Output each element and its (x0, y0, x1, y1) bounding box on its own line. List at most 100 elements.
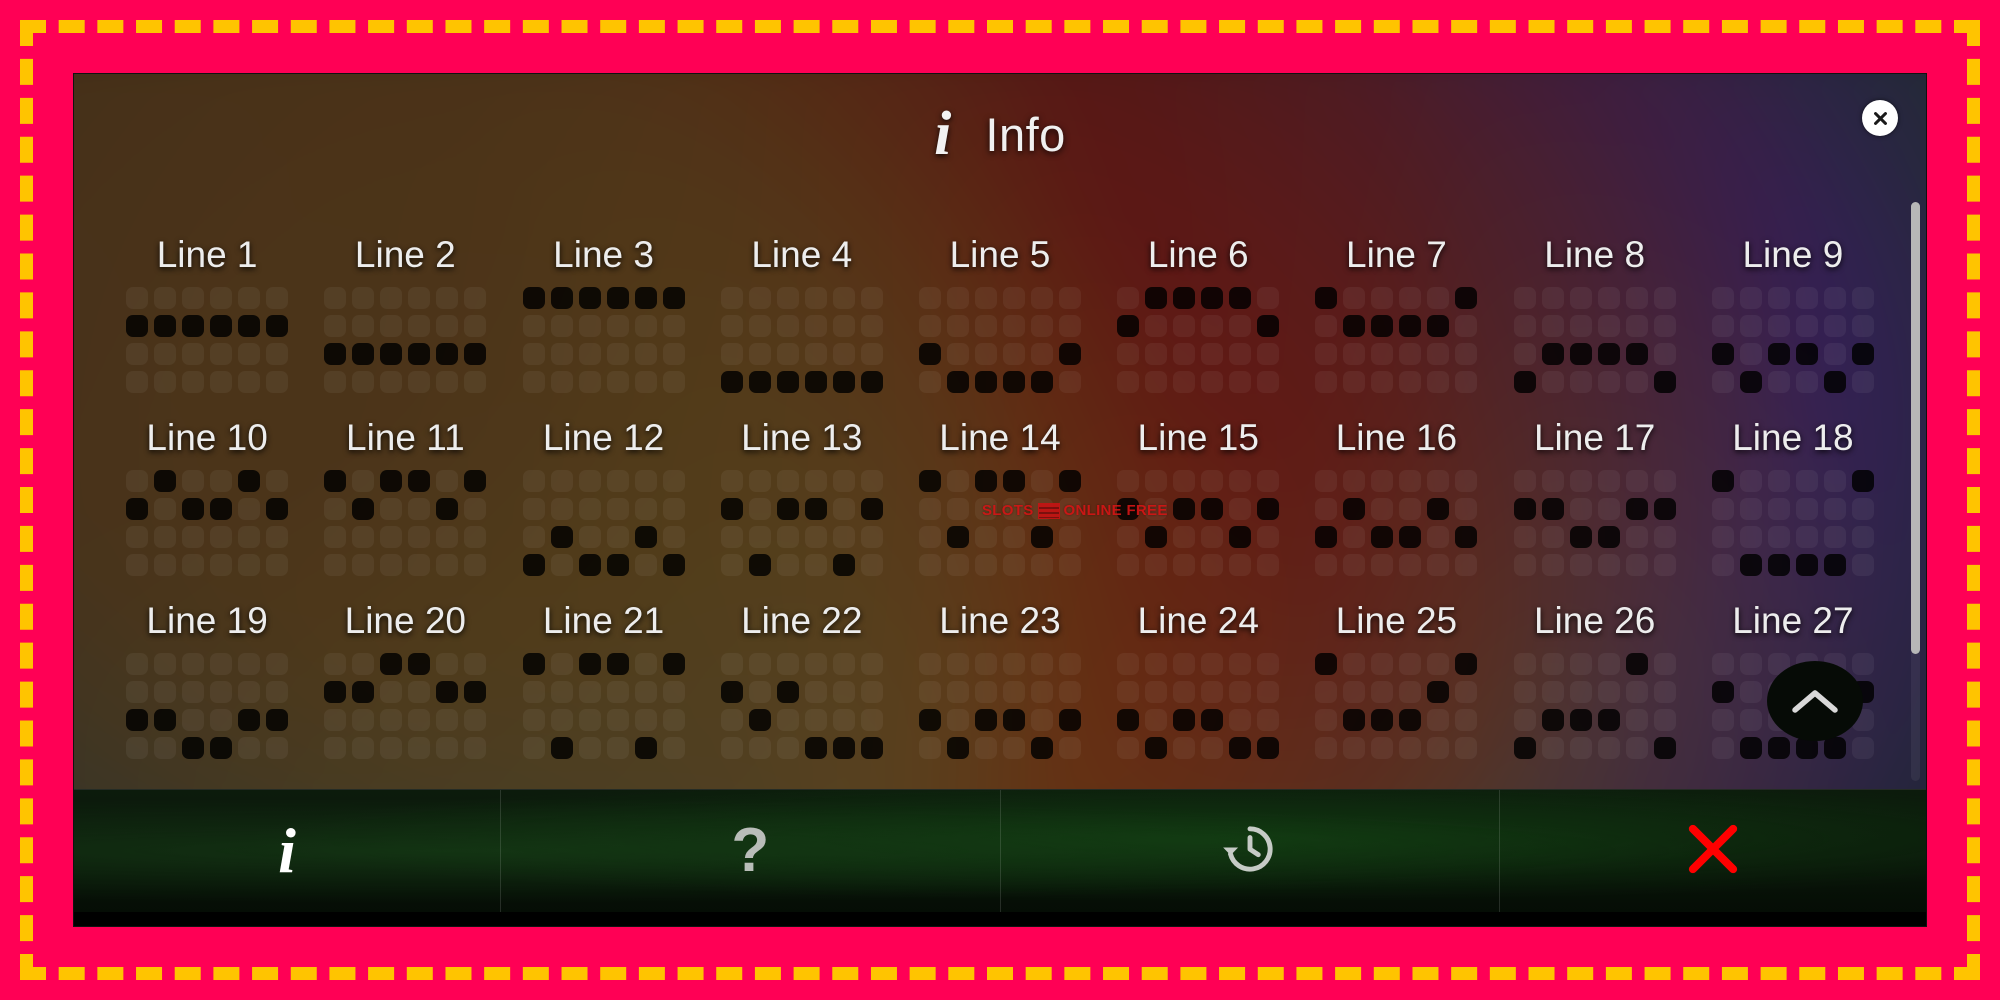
payline-dot (1455, 371, 1478, 393)
payline-item[interactable]: Line 23 (901, 600, 1099, 759)
payline-dot-grid (324, 287, 487, 393)
payline-label: Line 11 (346, 417, 465, 458)
payline-dot (1427, 315, 1450, 337)
payline-dot (1229, 470, 1252, 492)
payline-label: Line 15 (1137, 417, 1259, 458)
close-x-icon (1682, 818, 1744, 885)
payline-dot (522, 315, 545, 337)
payline-dot (126, 709, 149, 731)
payline-dot (1711, 371, 1734, 393)
payline-dot (550, 287, 573, 309)
payline-item[interactable]: Line 14 (901, 417, 1099, 576)
history-button[interactable] (1001, 790, 1500, 912)
payline-dot (1767, 498, 1790, 520)
payline-dot (1513, 315, 1536, 337)
payline-dot (860, 681, 883, 703)
payline-label: Line 10 (146, 417, 268, 458)
payline-dot-grid (1117, 287, 1280, 393)
payline-dot (1201, 737, 1224, 759)
payline-dot (1399, 371, 1422, 393)
payline-dot (1257, 737, 1280, 759)
payline-dot (1767, 526, 1790, 548)
payline-dot (154, 371, 177, 393)
payline-item[interactable]: Line 4 (703, 234, 901, 393)
payline-item[interactable]: Line 18 (1694, 417, 1892, 576)
payline-item[interactable]: Line 19 (108, 600, 306, 759)
payline-item[interactable]: Line 21 (504, 600, 702, 759)
payline-item[interactable]: Line 26 (1496, 600, 1694, 759)
payline-dot (1145, 371, 1168, 393)
payline-item[interactable]: Line 20 (306, 600, 504, 759)
info-button[interactable]: i (74, 790, 502, 912)
payline-dot (1823, 287, 1846, 309)
payline-dot (352, 737, 375, 759)
help-button[interactable]: ? (501, 790, 1001, 912)
payline-dot (860, 709, 883, 731)
close-button[interactable] (1500, 790, 1926, 912)
payline-item[interactable]: Line 15 (1099, 417, 1297, 576)
payline-dot (1851, 554, 1874, 576)
payline-item[interactable]: Line 12 (504, 417, 702, 576)
payline-dot (1058, 681, 1081, 703)
payline-item[interactable]: Line 2 (306, 234, 504, 393)
payline-dot (1002, 737, 1025, 759)
payline-dot (634, 554, 657, 576)
payline-dot (1173, 287, 1196, 309)
payline-dot (1569, 526, 1592, 548)
dialog-titlebar: i Info (74, 74, 1926, 194)
payline-item[interactable]: Line 24 (1099, 600, 1297, 759)
payline-label: Line 25 (1335, 600, 1458, 641)
payline-dot (522, 554, 545, 576)
payline-item[interactable]: Line 1 (108, 234, 306, 393)
payline-item[interactable]: Line 17 (1496, 417, 1694, 576)
payline-item[interactable]: Line 16 (1297, 417, 1495, 576)
payline-item[interactable]: Line 22 (703, 600, 901, 759)
payline-dot (266, 681, 289, 703)
payline-dot (1257, 470, 1280, 492)
payline-dot-grid (1513, 470, 1676, 576)
payline-item[interactable]: Line 25 (1297, 600, 1495, 759)
payline-item[interactable]: Line 9 (1694, 234, 1892, 393)
payline-dot (860, 343, 883, 365)
payline-dot (578, 343, 601, 365)
payline-dot (1653, 554, 1676, 576)
payline-dot (1427, 681, 1450, 703)
payline-dot (946, 343, 969, 365)
payline-item[interactable]: Line 5 (901, 234, 1099, 393)
payline-dot (464, 498, 487, 520)
payline-item[interactable]: Line 3 (504, 234, 702, 393)
vertical-scrollbar-track[interactable] (1911, 202, 1920, 781)
payline-dot (1597, 371, 1620, 393)
payline-dot (776, 371, 799, 393)
paylines-scroll-area[interactable]: Line 1 Line 2 Line 3 Line 4 Line 5 Line 6 Line… (74, 194, 1926, 789)
payline-dot (1795, 498, 1818, 520)
payline-dot (918, 526, 941, 548)
vertical-scrollbar-thumb[interactable] (1911, 202, 1920, 654)
payline-dot (436, 526, 459, 548)
payline-dot (1653, 470, 1676, 492)
payline-dot (1229, 709, 1252, 731)
payline-dot (1117, 554, 1140, 576)
payline-dot (662, 737, 685, 759)
payline-dot (1058, 371, 1081, 393)
payline-dot (1569, 498, 1592, 520)
payline-dot (946, 526, 969, 548)
payline-item[interactable]: Line 6 (1099, 234, 1297, 393)
payline-dot (1851, 470, 1874, 492)
payline-dot-grid (720, 470, 883, 576)
payline-item[interactable]: Line 10 (108, 417, 306, 576)
payline-dot (352, 470, 375, 492)
payline-dot (436, 737, 459, 759)
close-circle-icon[interactable] (1862, 100, 1898, 136)
payline-item[interactable]: Line 11 (306, 417, 504, 576)
payline-dot (578, 554, 601, 576)
payline-dot (352, 498, 375, 520)
payline-item[interactable]: Line 8 (1496, 234, 1694, 393)
payline-item[interactable]: Line 7 (1297, 234, 1495, 393)
payline-dot-grid (1315, 470, 1478, 576)
payline-dot (776, 498, 799, 520)
payline-item[interactable]: Line 13 (703, 417, 901, 576)
scroll-to-top-button[interactable] (1767, 661, 1863, 741)
payline-dot (266, 737, 289, 759)
info-italic-icon: i (278, 815, 296, 886)
